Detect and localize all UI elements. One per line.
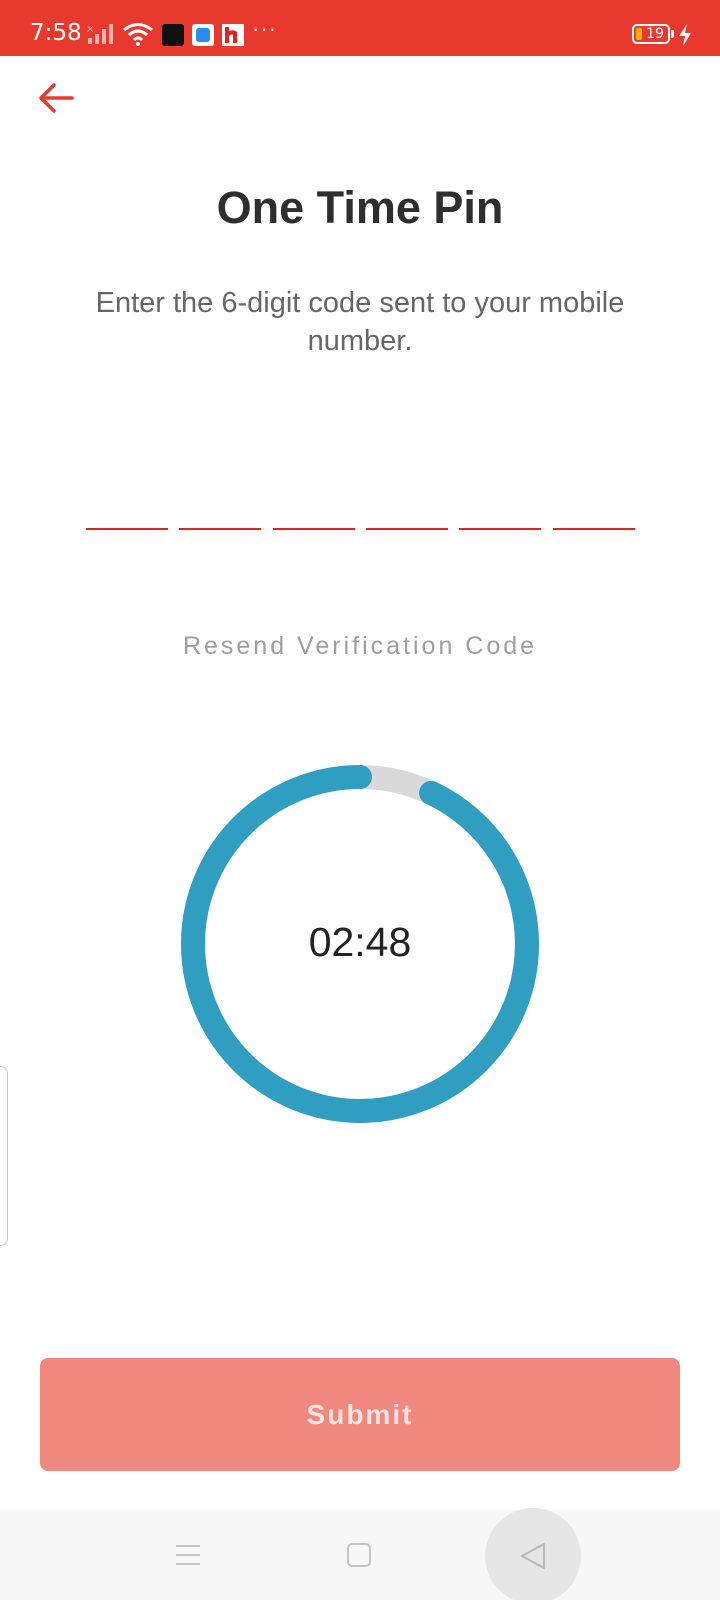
back-triangle-icon bbox=[521, 1543, 545, 1569]
edge-panel-handle[interactable] bbox=[0, 1066, 8, 1246]
page-title: One Time Pin bbox=[216, 182, 504, 233]
battery-nub bbox=[671, 30, 674, 38]
otp-input-group bbox=[86, 490, 636, 530]
recent-apps-button[interactable] bbox=[143, 1510, 233, 1600]
otp-digit-3[interactable] bbox=[273, 490, 355, 530]
resend-code-link[interactable]: Resend Verification Code bbox=[0, 632, 720, 661]
otp-digit-2[interactable] bbox=[179, 490, 261, 530]
menu-icon bbox=[176, 1545, 200, 1565]
battery-icon: 19 bbox=[632, 24, 670, 44]
otp-digit-5[interactable] bbox=[459, 490, 541, 530]
system-back-button[interactable] bbox=[485, 1508, 581, 1600]
more-notifications-icon: ··· bbox=[252, 16, 277, 41]
app-icon bbox=[222, 24, 244, 46]
app-icon bbox=[162, 24, 184, 46]
countdown-time: 02:48 bbox=[308, 919, 412, 965]
app-icon bbox=[192, 24, 214, 46]
signal-icon: × bbox=[86, 24, 113, 44]
status-time: 7:58 bbox=[30, 20, 82, 46]
back-button[interactable] bbox=[32, 74, 80, 122]
svg-text:×: × bbox=[86, 24, 94, 35]
arrow-left-icon bbox=[39, 83, 74, 113]
home-icon bbox=[347, 1543, 371, 1567]
home-button[interactable] bbox=[314, 1510, 404, 1600]
otp-digit-1[interactable] bbox=[86, 490, 168, 530]
system-nav-bar bbox=[0, 1508, 720, 1600]
status-bar: 7:58 × ··· 19 bbox=[0, 0, 720, 56]
otp-digit-6[interactable] bbox=[553, 490, 635, 530]
charging-icon bbox=[679, 24, 691, 46]
page-subtitle: Enter the 6-digit code sent to your mobi… bbox=[95, 287, 625, 357]
submit-button[interactable]: Submit bbox=[40, 1358, 680, 1471]
wifi-icon bbox=[123, 23, 153, 46]
battery-level: 19 bbox=[646, 26, 664, 42]
otp-digit-4[interactable] bbox=[366, 490, 448, 530]
